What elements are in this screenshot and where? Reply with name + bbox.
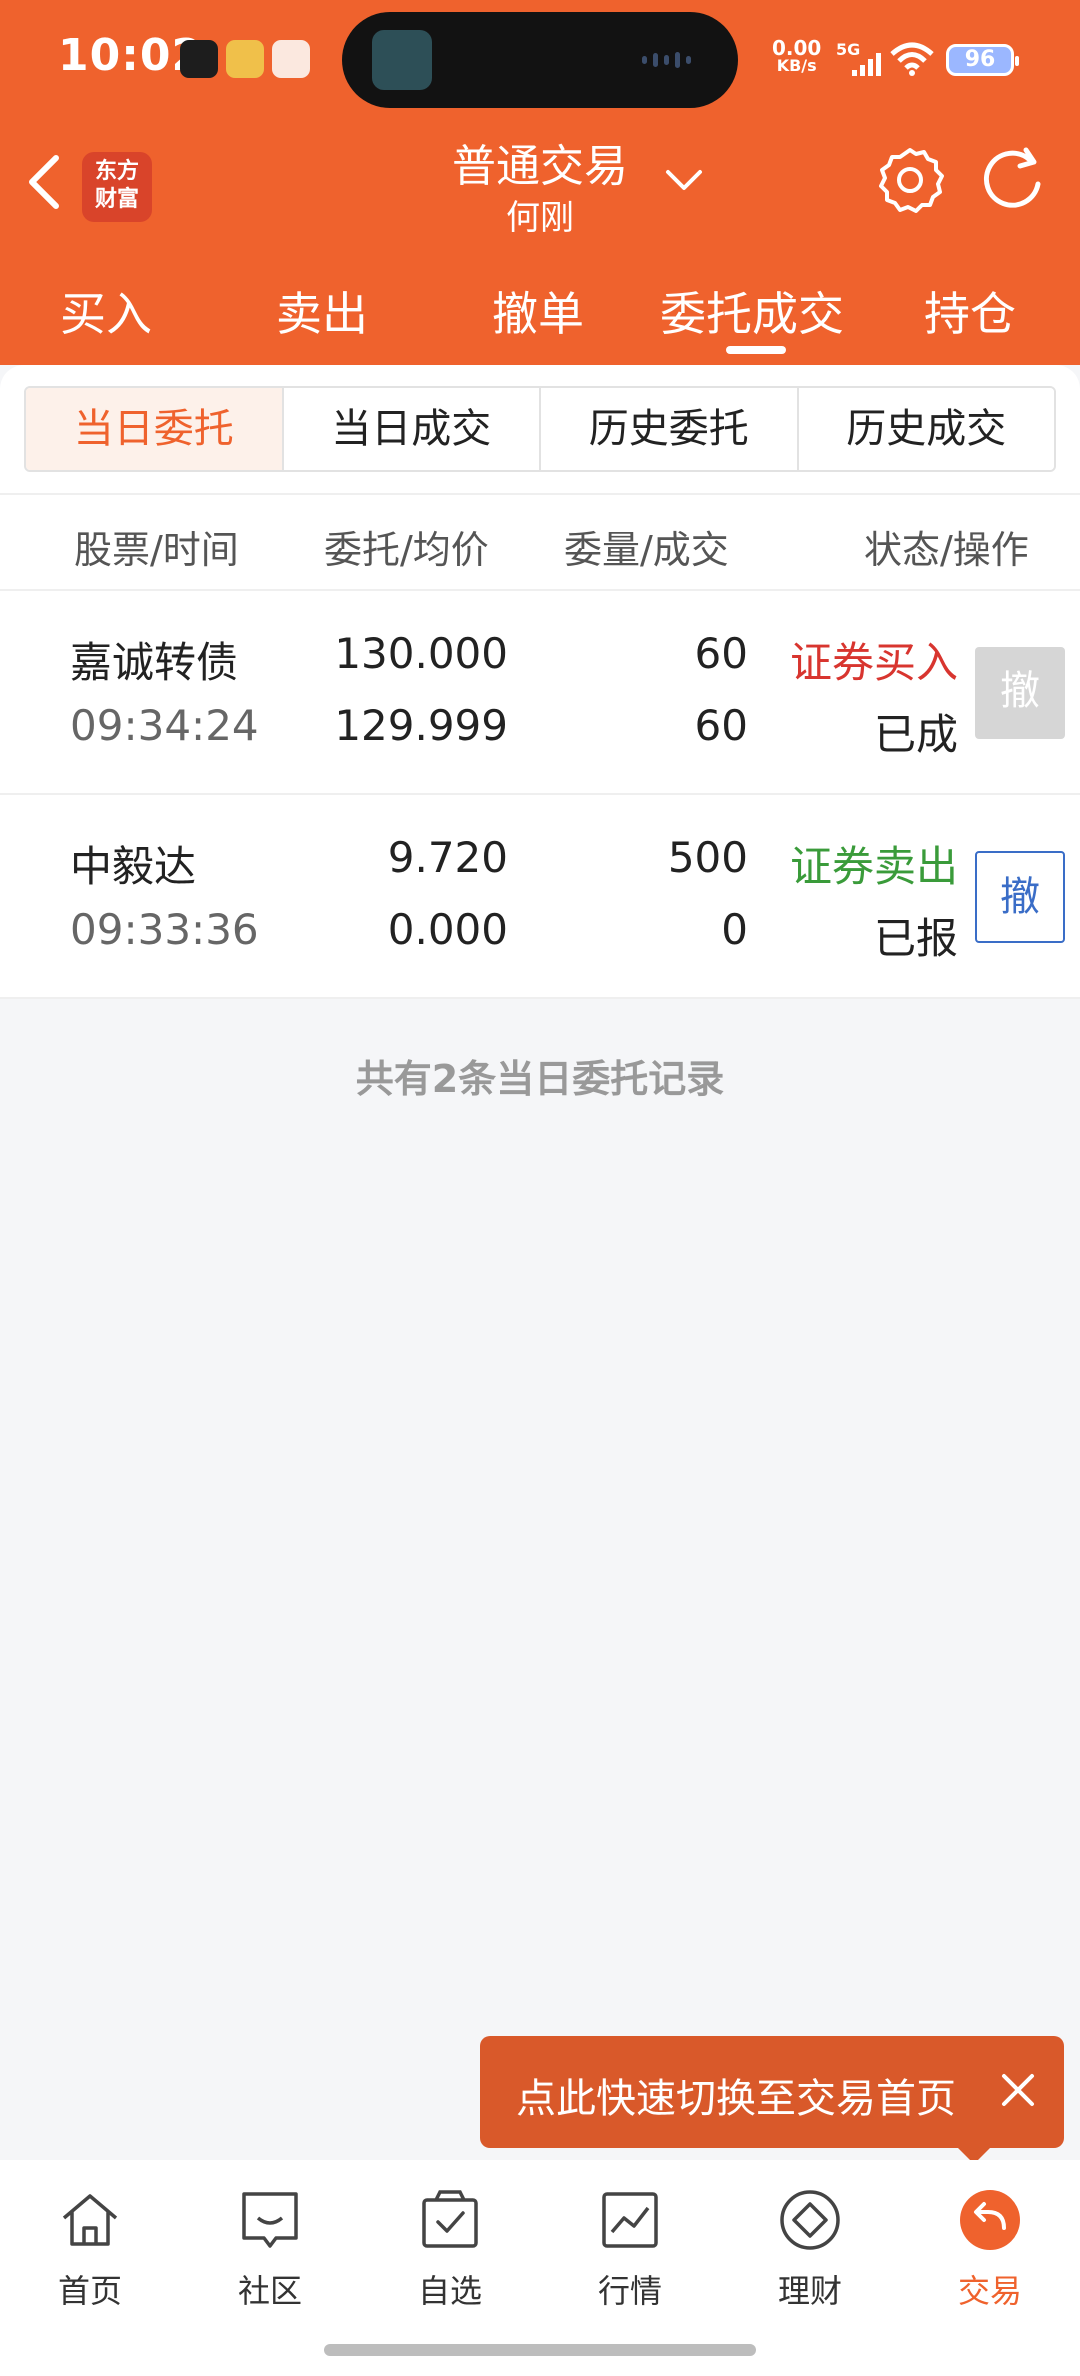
segment-today-trades[interactable]: 当日成交 [281,388,539,470]
order-time: 09:33:36 [70,905,259,954]
segment-today-orders[interactable]: 当日委托 [26,388,284,470]
refresh-icon[interactable] [976,144,1052,216]
record-count: 共有2条当日委托记录 [355,1057,725,1101]
order-quantity: 500 [667,833,748,882]
order-status: 已报 [873,914,958,963]
signal-icon [852,53,881,76]
header: 10:02 0.00 KB/s 5G 96 东方 财富 普通交易 何刚 买入 卖… [0,0,1080,365]
tab-cancel[interactable]: 撤单 [492,278,584,344]
page-title[interactable]: 普通交易 [380,130,700,194]
stock-name: 嘉诚转债 [70,638,239,687]
order-operation: 证券卖出 [789,842,958,891]
table-header: 股票/时间 委托/均价 委量/成交 状态/操作 [0,493,1080,591]
eastmoney-logo: 东方 财富 [82,152,152,222]
table-row[interactable]: 中毅达 09:33:36 9.720 0.000 500 0 证券卖出 已报 撤 [0,795,1080,999]
watchlist-icon [422,2190,478,2248]
tab-indicator [726,346,786,354]
filled-quantity: 60 [694,701,748,750]
nav-community[interactable]: 社区 [210,2188,330,2312]
gear-icon[interactable] [874,144,946,216]
music-app-icon [180,40,218,78]
fund-app-icon [226,40,264,78]
wealth-icon [780,2190,840,2250]
nav-home[interactable]: 首页 [30,2188,150,2312]
order-segment-control: 当日委托 当日成交 历史委托 历史成交 [24,386,1056,472]
order-operation: 证券买入 [789,638,958,687]
quick-switch-tooltip[interactable]: 点此快速切换至交易首页 [480,2036,1064,2164]
average-price: 129.999 [334,701,508,750]
tab-sell[interactable]: 卖出 [276,278,368,344]
header-price-avg: 委托/均价 [324,528,489,572]
cancel-order-button: 撤 [975,647,1065,739]
community-icon [242,2192,298,2248]
stock-name: 中毅达 [70,842,197,891]
order-price: 9.720 [387,833,508,882]
status-bar: 10:02 0.00 KB/s 5G 96 [0,0,1080,120]
media-thumbnail-icon [372,30,432,90]
header-status-op: 状态/操作 [864,528,1029,572]
net-speed: 0.00 KB/s [772,36,822,75]
table-row[interactable]: 嘉诚转债 09:34:24 130.000 129.999 60 60 证券买入… [0,591,1080,795]
header-stock-time: 股票/时间 [74,528,239,572]
tab-orders-trades[interactable]: 委托成交 [660,278,844,344]
order-quantity: 60 [694,629,748,678]
account-name[interactable]: 何刚 [380,190,700,239]
nav-market[interactable]: 行情 [570,2188,690,2312]
tab-positions[interactable]: 持仓 [924,278,1016,344]
order-status: 已成 [873,710,958,759]
tab-buy[interactable]: 买入 [60,278,152,344]
wifi-icon [890,42,934,76]
close-icon[interactable] [996,2068,1040,2112]
nav-watchlist[interactable]: 自选 [390,2188,510,2312]
avatar-app-icon [272,40,310,78]
segment-history-trades[interactable]: 历史成交 [796,388,1054,470]
dynamic-island[interactable] [342,12,738,108]
segment-history-orders[interactable]: 历史委托 [539,388,797,470]
home-indicator[interactable] [324,2344,756,2356]
market-icon [602,2192,658,2248]
trade-icon [960,2190,1020,2250]
tooltip-text: 点此快速切换至交易首页 [516,2076,956,2122]
nav-wealth[interactable]: 理财 [750,2188,870,2312]
trade-tabs: 买入 卖出 撤单 委托成交 持仓 [0,270,1080,360]
average-price: 0.000 [387,905,508,954]
filled-quantity: 0 [721,905,748,954]
nav-bar: 东方 财富 普通交易 何刚 [0,120,1080,250]
audio-wave-icon [642,52,698,68]
order-price: 130.000 [334,629,508,678]
chevron-down-icon[interactable] [660,160,708,200]
cancel-order-button[interactable]: 撤 [975,851,1065,943]
back-arrow-icon[interactable] [22,150,66,214]
header-qty-filled: 委量/成交 [564,528,729,572]
order-time: 09:34:24 [70,701,259,750]
home-icon [62,2194,118,2246]
nav-trade[interactable]: 交易 [930,2188,1050,2312]
battery-indicator: 96 [946,44,1019,76]
